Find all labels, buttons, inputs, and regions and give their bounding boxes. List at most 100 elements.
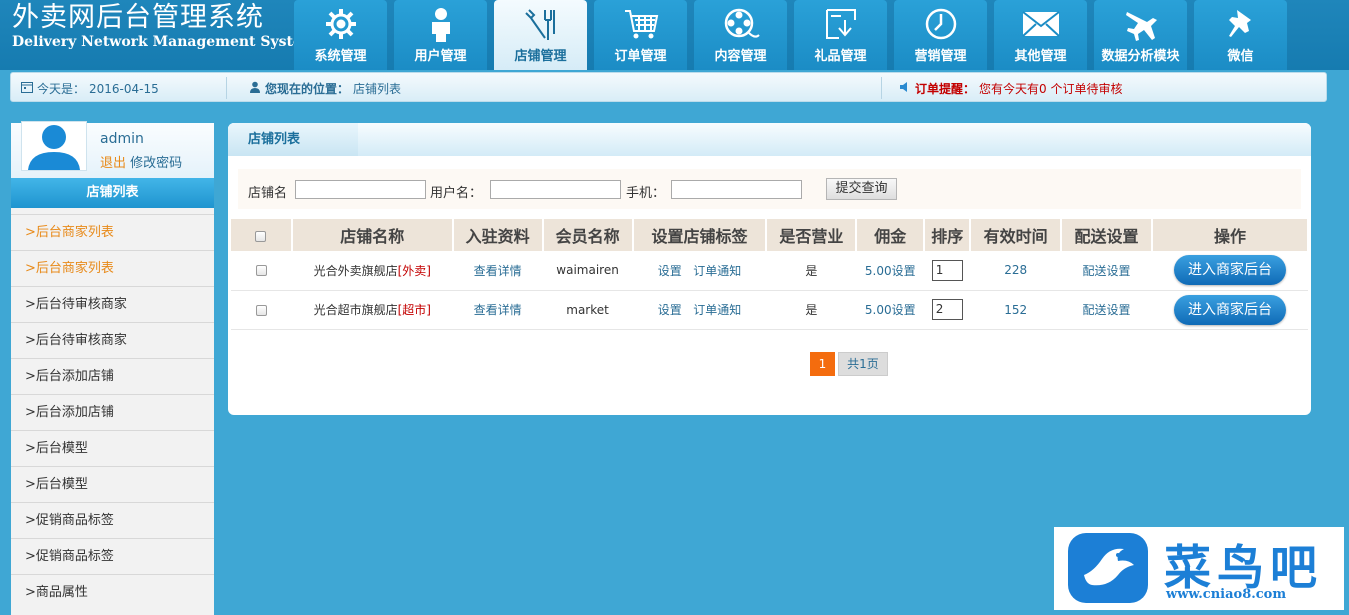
reminder-message[interactable]: 您有今天有0 个订单待审核 <box>979 80 1122 97</box>
tab-label: 系统管理 <box>314 49 367 64</box>
current-page[interactable]: 1 <box>810 352 835 376</box>
person-icon <box>249 81 261 96</box>
tab-label: 店铺管理 <box>514 49 567 64</box>
select-all-cell <box>231 219 293 251</box>
submit-query-button[interactable]: 提交查询 <box>826 178 897 200</box>
sidebar-item-merchant-list[interactable]: >后台商家列表 <box>11 250 214 286</box>
divider <box>226 77 227 99</box>
avatar <box>21 121 87 171</box>
sidebar-item-add-shop[interactable]: >后台添加店铺 <box>11 358 214 394</box>
airplane-icon <box>1121 6 1161 42</box>
sidebar-item-promo-tags[interactable]: >促销商品标签 <box>11 502 214 538</box>
order-notify-link[interactable]: 订单通知 <box>693 303 741 317</box>
tab-other[interactable]: 其他管理 <box>994 0 1087 70</box>
valid-time: 228 <box>970 251 1062 291</box>
tab-system[interactable]: 系统管理 <box>294 0 387 70</box>
reminder-label: 订单提醒： <box>915 82 976 96</box>
view-detail-link[interactable]: 查看详情 <box>474 264 522 278</box>
pushpin-icon <box>1221 6 1261 42</box>
location-value: 店铺列表 <box>353 82 402 96</box>
username-input[interactable] <box>490 180 621 199</box>
open-status: 是 <box>766 290 857 330</box>
app-header: 外卖网后台管理系统 Delivery Network Management Sy… <box>0 0 1349 70</box>
delivery-settings-link[interactable]: 配送设置 <box>1083 303 1131 317</box>
detail-cell: 查看详情 <box>452 251 543 291</box>
column-header: 佣金 <box>856 219 926 251</box>
view-detail-link[interactable]: 查看详情 <box>474 303 522 317</box>
select-all-checkbox[interactable] <box>255 230 267 242</box>
sidebar-item-pending-merchants[interactable]: >后台待审核商家 <box>11 286 214 322</box>
action-cell: 进入商家后台 <box>1151 251 1308 291</box>
tab-users[interactable]: 用户管理 <box>394 0 487 70</box>
panel-tab[interactable]: 店铺列表 <box>228 123 358 156</box>
set-tag-link[interactable]: 设置 <box>658 264 682 278</box>
column-header: 店铺名称 <box>291 219 454 251</box>
delivery-settings-link[interactable]: 配送设置 <box>1083 264 1131 278</box>
location-label: 您现在的位置： <box>265 82 350 96</box>
phone-input[interactable] <box>671 180 802 199</box>
tools-icon <box>521 6 561 42</box>
search-form: 店铺名 用户名： 手机： 提交查询 <box>238 169 1301 209</box>
speaker-icon <box>899 81 911 96</box>
shop-name: 光合外卖旗舰店 <box>313 263 398 278</box>
tab-marketing[interactable]: 营销管理 <box>894 0 987 70</box>
gear-icon <box>321 6 361 42</box>
enter-merchant-backend-button[interactable]: 进入商家后台 <box>1173 255 1286 286</box>
total-pages: 共1页 <box>838 352 888 376</box>
change-password-link[interactable]: 修改密码 <box>130 156 182 171</box>
tab-content[interactable]: 内容管理 <box>694 0 787 70</box>
table-header-row: 店铺名称 入驻资料 会员名称 设置店铺标签 是否营业 佣金 排序 有效时间 配送… <box>231 219 1310 251</box>
shop-name-cell: 光合超市旗舰店[超市] <box>291 290 453 330</box>
sidebar-item-product-attrs[interactable]: >商品属性 <box>11 574 214 610</box>
cart-icon <box>621 6 661 42</box>
shop-list-panel: 店铺列表 店铺名 用户名： 手机： 提交查询 店铺名称 入驻资料 会员名称 设置… <box>228 123 1311 415</box>
tab-label: 微信 <box>1227 49 1254 64</box>
sidebar-item-promo-tags[interactable]: >促销商品标签 <box>11 538 214 574</box>
tab-shops[interactable]: 店铺管理 <box>494 0 587 70</box>
shop-table: 店铺名称 入驻资料 会员名称 设置店铺标签 是否营业 佣金 排序 有效时间 配送… <box>231 219 1310 330</box>
sidebar-item-model[interactable]: >后台模型 <box>11 466 214 502</box>
pagination: 1 共1页 <box>810 352 888 376</box>
watermark: 菜鸟吧 www.cniao8.com <box>1054 527 1344 610</box>
sidebar-item-merchant-list[interactable]: >后台商家列表 <box>11 214 214 250</box>
column-header: 有效时间 <box>970 219 1063 251</box>
mail-icon <box>1021 6 1061 42</box>
tab-gifts[interactable]: 礼品管理 <box>794 0 887 70</box>
sidebar-item-add-shop[interactable]: >后台添加店铺 <box>11 394 214 430</box>
breadcrumb: 您现在的位置： 店铺列表 <box>249 80 401 97</box>
calendar-icon <box>21 81 33 96</box>
app-title-cn: 外卖网后台管理系统 <box>12 2 264 33</box>
logout-link[interactable]: 退出 <box>100 156 126 171</box>
column-header: 会员名称 <box>542 219 634 251</box>
date-value: 2016-04-15 <box>89 81 159 96</box>
tab-wechat[interactable]: 微信 <box>1194 0 1287 70</box>
shop-name-input[interactable] <box>295 180 426 199</box>
enter-merchant-backend-button[interactable]: 进入商家后台 <box>1173 294 1286 325</box>
column-header: 排序 <box>924 219 972 251</box>
info-bar: 今天是： 2016-04-15 您现在的位置： 店铺列表 订单提醒： 您有今天有… <box>10 72 1327 102</box>
sort-cell: 1 <box>924 251 971 291</box>
main-nav: 系统管理 用户管理 店铺管理 订单管理 内容管理 礼品管理 营销管理 其他管理 <box>294 0 1287 70</box>
tab-label: 订单管理 <box>614 49 667 64</box>
row-checkbox[interactable] <box>255 304 267 316</box>
sidebar-item-pending-merchants[interactable]: >后台待审核商家 <box>11 322 214 358</box>
order-notify-link[interactable]: 订单通知 <box>693 264 741 278</box>
sort-input[interactable]: 2 <box>931 299 963 320</box>
member-name: waimairen <box>542 251 633 291</box>
set-tag-link[interactable]: 设置 <box>658 303 682 317</box>
tab-label: 数据分析模块 <box>1101 49 1180 64</box>
sort-cell: 2 <box>924 290 971 330</box>
tab-analytics[interactable]: 数据分析模块 <box>1094 0 1187 70</box>
sidebar-item-model[interactable]: >后台模型 <box>11 430 214 466</box>
table-row: 光合外卖旗舰店[外卖] 查看详情 waimairen 设置 订单通知 是 5.0… <box>231 251 1308 291</box>
download-box-icon <box>821 6 861 42</box>
commission-link[interactable]: 5.00设置 <box>865 264 916 278</box>
row-checkbox[interactable] <box>255 265 267 277</box>
sort-input[interactable]: 1 <box>931 259 963 281</box>
tab-orders[interactable]: 订单管理 <box>594 0 687 70</box>
phone-label: 手机： <box>626 186 666 201</box>
tab-label: 其他管理 <box>1014 49 1067 64</box>
column-header: 设置店铺标签 <box>632 219 768 251</box>
commission-link[interactable]: 5.00设置 <box>865 303 916 317</box>
user-icon <box>421 6 461 42</box>
